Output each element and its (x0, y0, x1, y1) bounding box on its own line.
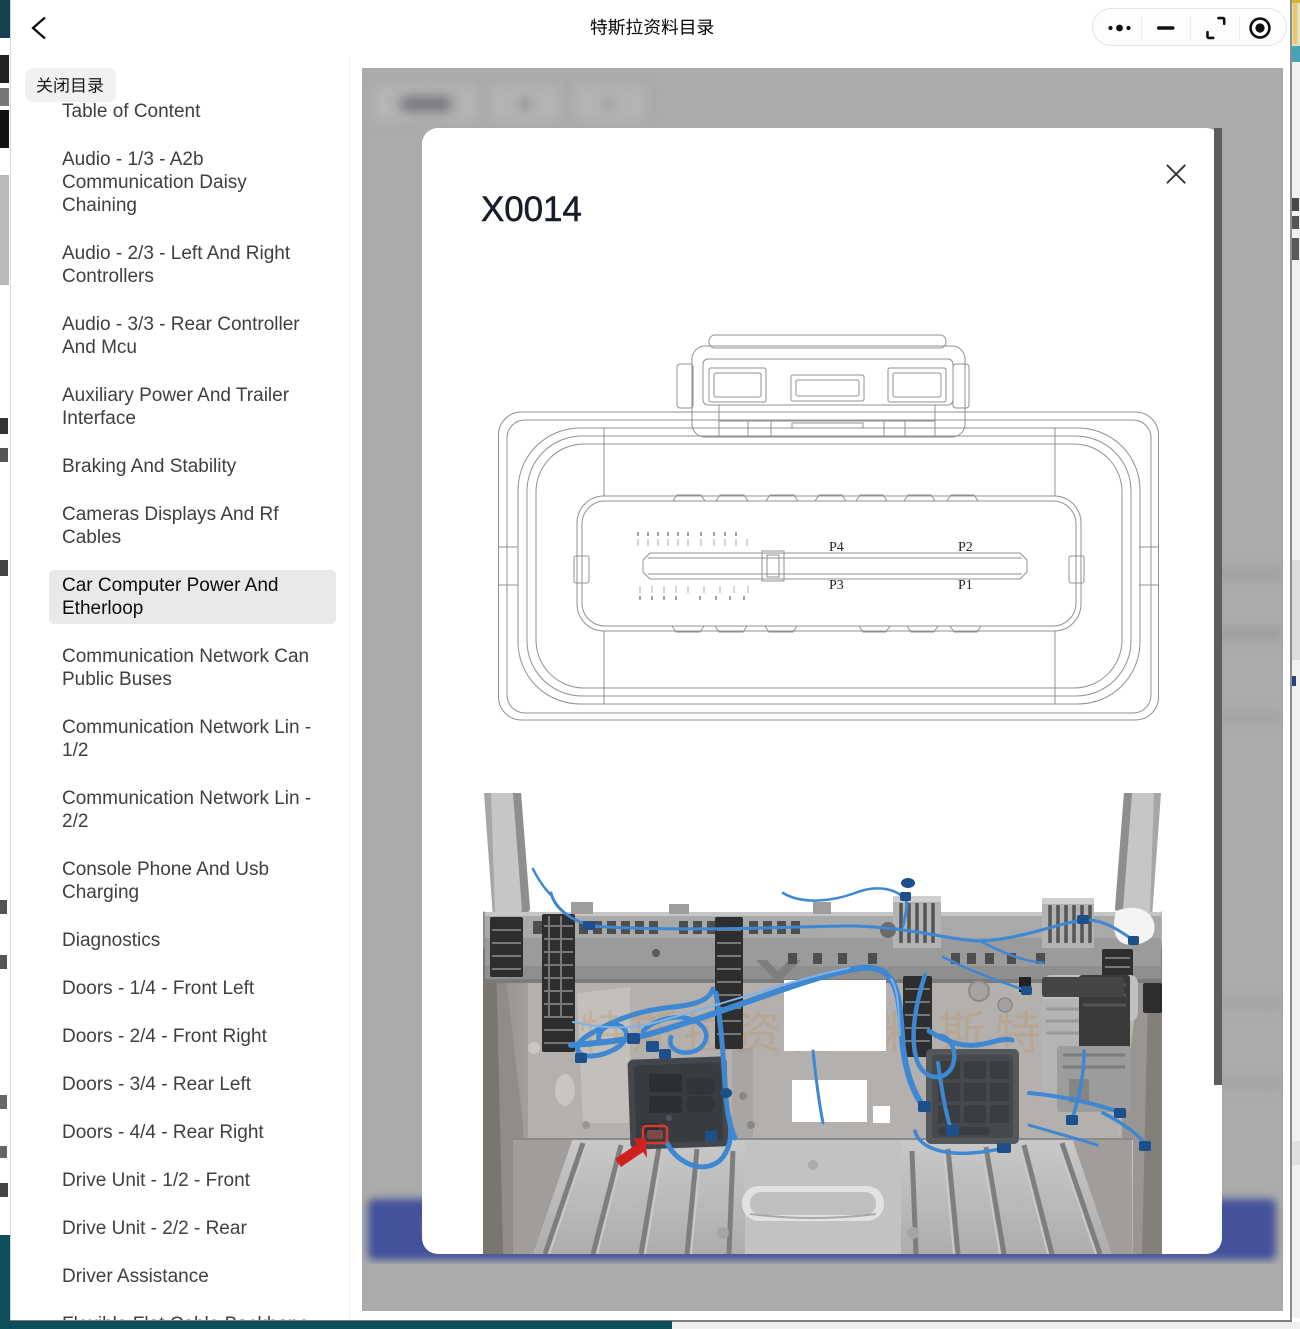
svg-text:P3: P3 (829, 578, 844, 593)
svg-text:P1: P1 (958, 578, 973, 593)
svg-text:P4: P4 (829, 540, 844, 555)
svg-text:P2: P2 (958, 540, 973, 555)
